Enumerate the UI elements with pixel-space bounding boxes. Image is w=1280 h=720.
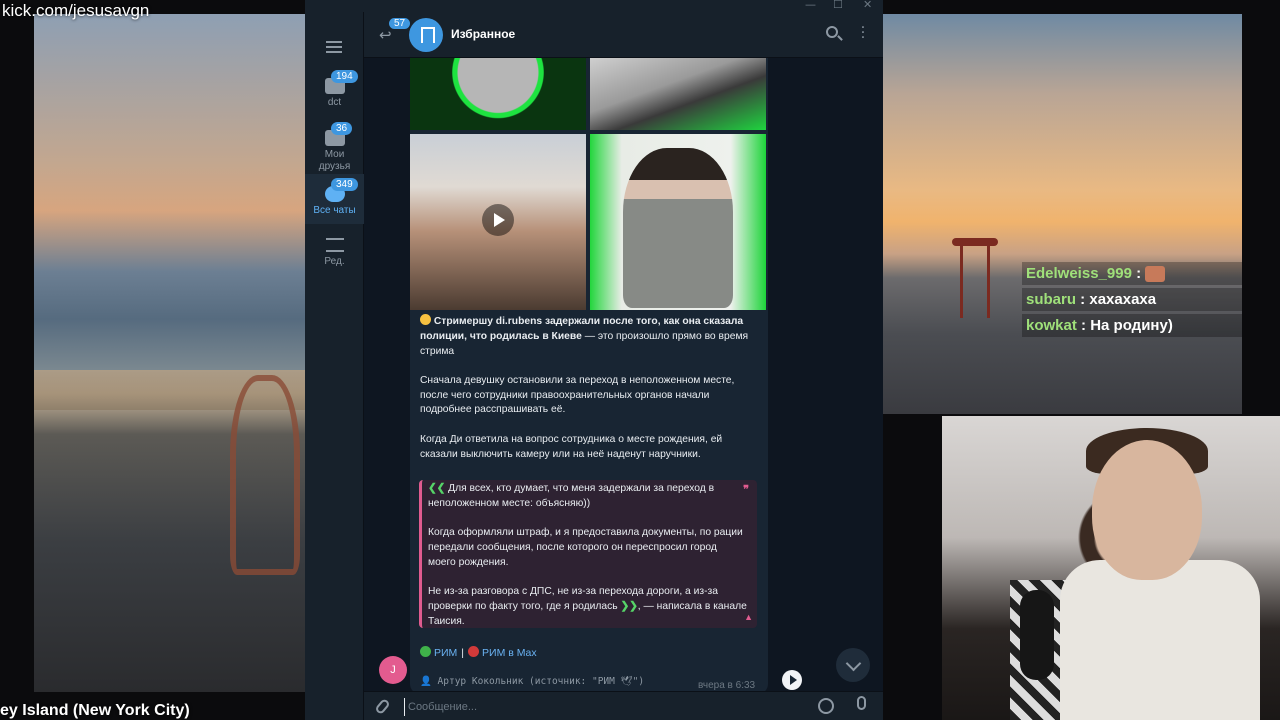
- stream-watermark: kick.com/jesusavgn: [2, 1, 150, 20]
- window-titlebar: — ☐ ✕: [305, 0, 883, 12]
- minimize-icon[interactable]: —: [805, 0, 816, 11]
- chat-username: kowkat: [1026, 317, 1077, 335]
- coney-island-scene-right: [882, 14, 1242, 414]
- paperclip-icon[interactable]: [374, 697, 391, 716]
- quote-block[interactable]: ❞ ❮❮ Для всех, кто думает, что меня заде…: [419, 480, 757, 628]
- chat-username: subaru: [1026, 291, 1077, 309]
- parachute-jump-tower: [960, 238, 990, 318]
- hamburger-menu-icon[interactable]: [326, 41, 342, 53]
- chat-separator: :: [1076, 317, 1091, 335]
- close-icon[interactable]: ✕: [863, 0, 872, 11]
- sidebar-item-label: Все чаты: [313, 205, 356, 216]
- forwarded-message-bubble[interactable]: Стримершу di.rubens задержали после того…: [410, 58, 768, 691]
- link-rim[interactable]: РИМ: [434, 647, 457, 659]
- media-photo[interactable]: [590, 58, 766, 130]
- message-paragraph: Сначала девушку остановили за переход в …: [420, 374, 735, 416]
- chat-message: kowkat : На родину): [1022, 314, 1242, 338]
- chat-separator: :: [1076, 291, 1090, 309]
- search-icon[interactable]: [826, 26, 838, 38]
- quote-close-mark: ❯❯: [620, 600, 638, 612]
- chat-separator: :: [1131, 265, 1142, 282]
- emoji-picker-icon[interactable]: [818, 698, 834, 714]
- folders-sidebar: 194 dct 36 Мои друзья 349 Все чаты Ред.: [305, 12, 364, 720]
- sidebar-item-edit[interactable]: Ред.: [305, 234, 364, 274]
- messages-area[interactable]: Стримершу di.rubens задержали после того…: [364, 58, 883, 691]
- sidebar-item-label: Ред.: [324, 256, 345, 267]
- more-options-icon[interactable]: · · ·: [860, 21, 866, 45]
- telegram-window: — ☐ ✕ 194 dct 36 Мои друзья 349 Все чаты: [305, 0, 883, 720]
- unread-badge: 36: [331, 122, 353, 135]
- message-text: Стримершу di.rubens задержали после того…: [420, 314, 750, 477]
- chat-message: Edelweiss_999 :: [1022, 262, 1242, 286]
- maximize-icon[interactable]: ☐: [833, 0, 843, 11]
- link-separator: |: [461, 647, 465, 659]
- chat-text: хахахаха: [1089, 291, 1157, 309]
- photo-subject: [623, 148, 733, 308]
- unread-badge: 194: [331, 70, 358, 83]
- sidebar-item-my-friends[interactable]: 36 Мои друзья: [305, 120, 364, 176]
- channel-links: РИМ | РИМ в Max: [420, 646, 537, 659]
- sidebar-item-label: dct: [327, 97, 342, 108]
- author-signature: 👤 Артур Кокольник (источник: "РИМ 🕊"): [420, 676, 645, 687]
- stream-chat-overlay: Edelweiss_999 : subaru : хахахаха kowkat…: [1022, 262, 1242, 340]
- play-icon[interactable]: [482, 204, 514, 236]
- chat-header: ↩ 57 Избранное · · ·: [364, 12, 883, 58]
- quote-paragraph: Для всех, кто думает, что меня задержали…: [428, 483, 715, 509]
- media-photo[interactable]: [410, 58, 586, 130]
- stream-frame: kick.com/jesusavgn ey Island (New York C…: [0, 0, 1280, 720]
- message-input[interactable]: [404, 698, 804, 716]
- microphone-icon[interactable]: [857, 696, 866, 710]
- sidebar-item-all-chats[interactable]: 349 Все чаты: [305, 174, 364, 224]
- chat-message: subaru : хахахаха: [1022, 288, 1242, 312]
- message-timestamp: вчера в 6:33: [698, 680, 756, 691]
- quote-open-mark: ❮❮: [428, 483, 446, 494]
- webcam-hoodie: [1060, 560, 1260, 720]
- emote-icon: [1145, 266, 1166, 283]
- message-paragraph: Когда Ди ответила на вопрос сотрудника о…: [420, 433, 723, 460]
- sidebar-item-dct[interactable]: 194 dct: [305, 70, 364, 116]
- back-unread-badge: 57: [389, 18, 411, 29]
- max-logo-icon: [468, 646, 480, 657]
- location-caption: ey Island (New York City): [0, 702, 190, 719]
- sender-avatar[interactable]: J: [379, 656, 407, 684]
- webcam-face: [1092, 440, 1202, 580]
- sidebar-item-label: Мои друзья: [318, 149, 351, 172]
- message-composer: [364, 691, 883, 720]
- rim-logo-icon: [420, 646, 431, 657]
- unread-badge: 349: [331, 178, 358, 191]
- webcam-microphone: [1020, 590, 1054, 680]
- coney-island-scene-left: [34, 14, 306, 692]
- saved-messages-avatar[interactable]: [409, 18, 443, 52]
- quote-mark-icon: ❞: [743, 484, 749, 496]
- back-arrow-icon[interactable]: ↩: [379, 26, 392, 44]
- collapse-quote-icon[interactable]: ▲: [744, 610, 753, 625]
- roller-coaster: [230, 375, 300, 575]
- forward-icon[interactable]: [782, 670, 802, 690]
- quote-paragraph: Когда оформляли штраф, и я предоставила …: [428, 527, 743, 568]
- emoji-icon: [420, 314, 431, 325]
- sliders-icon: [325, 238, 344, 252]
- scroll-down-button[interactable]: [836, 648, 870, 682]
- chat-text: На родину): [1090, 317, 1173, 335]
- chat-username: Edelweiss_999: [1026, 265, 1132, 282]
- chat-title[interactable]: Избранное: [451, 27, 515, 41]
- link-rim-max[interactable]: РИМ в Max: [482, 647, 537, 659]
